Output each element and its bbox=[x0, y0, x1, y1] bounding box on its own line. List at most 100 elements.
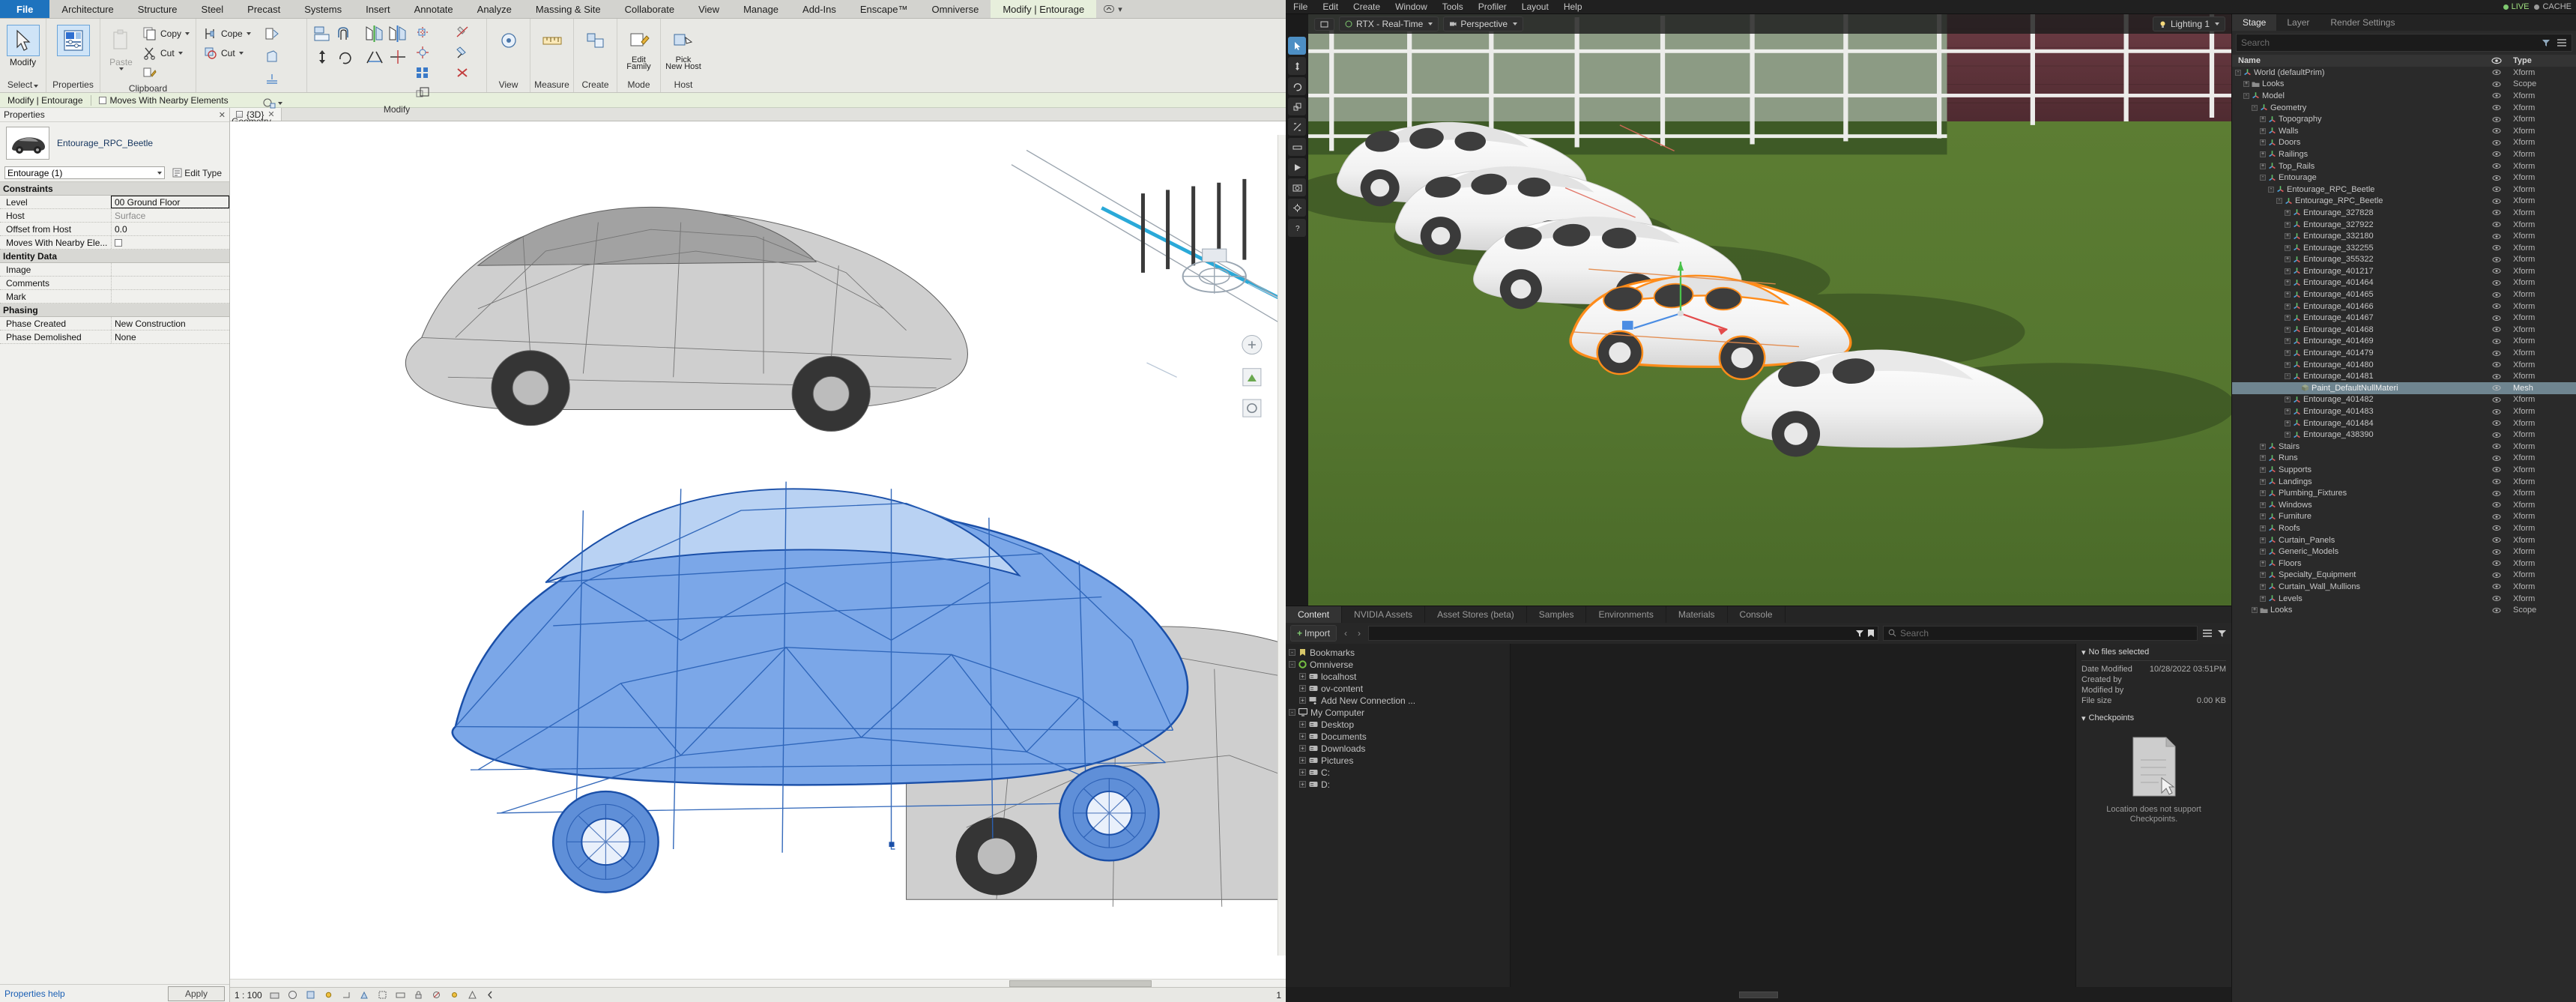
property-value[interactable] bbox=[111, 290, 229, 303]
stage-tree-row[interactable]: + Doors Xform bbox=[2232, 137, 2576, 149]
chevron-down-icon[interactable] bbox=[157, 171, 163, 175]
stage-tree-row[interactable]: Paint_DefaultNullMateri Mesh bbox=[2232, 382, 2576, 394]
import-button[interactable]: + Import bbox=[1290, 624, 1337, 642]
stage-tree-row[interactable]: + Entourage_401468 Xform bbox=[2232, 324, 2576, 336]
ribbon-tab-massing-site[interactable]: Massing & Site bbox=[524, 0, 613, 18]
visibility-eye-icon[interactable] bbox=[2485, 69, 2509, 76]
visibility-eye-icon[interactable] bbox=[2485, 303, 2509, 310]
status-badge-live[interactable]: LIVE bbox=[2503, 2, 2529, 11]
expand-icon[interactable]: + bbox=[2260, 478, 2266, 485]
content-tree-item[interactable]: + Downloads bbox=[1286, 743, 1510, 755]
content-tree-item[interactable]: + Add New Connection ... bbox=[1286, 695, 1510, 707]
stage-tree-row[interactable]: - Entourage Xform bbox=[2232, 172, 2576, 184]
ribbon-tab-analyze[interactable]: Analyze bbox=[465, 0, 524, 18]
ribbon-tab-insert[interactable]: Insert bbox=[354, 0, 402, 18]
expand-icon[interactable]: + bbox=[2260, 583, 2266, 590]
visibility-eye-icon[interactable] bbox=[2485, 209, 2509, 216]
scroll-thumb[interactable] bbox=[1009, 980, 1152, 987]
content-file-grid[interactable] bbox=[1511, 643, 2075, 987]
stage-tree-row[interactable]: + Entourage_355322 Xform bbox=[2232, 254, 2576, 266]
visibility-eye-icon[interactable] bbox=[2485, 490, 2509, 497]
stage-tree-row[interactable]: + Entourage_401469 Xform bbox=[2232, 336, 2576, 348]
back-button[interactable]: ‹ bbox=[1341, 628, 1350, 639]
collapse-icon[interactable]: - bbox=[2260, 175, 2266, 181]
visibility-eye-icon[interactable] bbox=[2485, 221, 2509, 228]
cut-button[interactable]: Cut bbox=[139, 43, 192, 62]
mirror-pick-axis-icon[interactable] bbox=[363, 22, 386, 45]
stage-tree-row[interactable]: + Entourage_438390 Xform bbox=[2232, 429, 2576, 441]
property-value[interactable] bbox=[111, 277, 229, 289]
stage-tree-row[interactable]: - Model Xform bbox=[2232, 90, 2576, 102]
expand-icon[interactable]: + bbox=[2260, 537, 2266, 543]
visibility-eye-icon[interactable] bbox=[2485, 244, 2509, 251]
hide-crop-icon[interactable] bbox=[396, 990, 406, 1001]
visibility-eye-icon[interactable] bbox=[2485, 560, 2509, 567]
rotate-tool[interactable] bbox=[1288, 77, 1306, 95]
expand-icon[interactable]: + bbox=[2285, 326, 2291, 333]
visibility-eye-icon[interactable] bbox=[2485, 338, 2509, 345]
collapse-icon[interactable]: - bbox=[1289, 661, 1295, 668]
expand-icon[interactable]: + bbox=[2285, 209, 2291, 216]
content-tab-console[interactable]: Console bbox=[1728, 606, 1786, 623]
content-tree-item[interactable]: + C: bbox=[1286, 767, 1510, 779]
visibility-eye-icon[interactable] bbox=[2485, 104, 2509, 111]
content-tree-item[interactable]: + D: bbox=[1286, 779, 1510, 791]
visibility-eye-icon[interactable] bbox=[2485, 607, 2509, 614]
chevron-down-icon[interactable] bbox=[246, 31, 251, 35]
property-row[interactable]: Phase Created New Construction bbox=[0, 317, 229, 331]
edit-family-button[interactable]: Edit Family bbox=[621, 22, 656, 71]
offset-icon[interactable] bbox=[334, 22, 357, 45]
visibility-eye-icon[interactable] bbox=[2485, 280, 2509, 286]
stage-tree-row[interactable]: - Entourage_RPC_Beetle Xform bbox=[2232, 196, 2576, 208]
paste-button[interactable]: Paste bbox=[104, 22, 138, 70]
stage-tree-row[interactable]: + Curtain_Wall_Mullions Xform bbox=[2232, 581, 2576, 593]
chevron-down-icon[interactable] bbox=[178, 51, 183, 55]
stage-tree-row[interactable]: + Entourage_332255 Xform bbox=[2232, 242, 2576, 254]
stage-tree-row[interactable]: + Entourage_401465 Xform bbox=[2232, 289, 2576, 301]
expand-icon[interactable]: + bbox=[2260, 525, 2266, 531]
visibility-eye-icon[interactable] bbox=[2485, 537, 2509, 543]
visibility-eye-icon[interactable] bbox=[2485, 478, 2509, 485]
split-icon[interactable] bbox=[387, 46, 409, 68]
content-tab-samples[interactable]: Samples bbox=[1527, 606, 1587, 623]
stage-tree-row[interactable]: + Looks Scope bbox=[2232, 604, 2576, 616]
ribbon-tab-omniverse[interactable]: Omniverse bbox=[919, 0, 991, 18]
visibility-eye-icon[interactable] bbox=[2485, 373, 2509, 380]
visibility-eye-icon[interactable] bbox=[2485, 583, 2509, 590]
reveal-hidden-icon[interactable] bbox=[450, 990, 460, 1001]
menu-layout[interactable]: Layout bbox=[1514, 1, 1556, 12]
menu-tools[interactable]: Tools bbox=[1435, 1, 1471, 12]
split-face-icon[interactable] bbox=[261, 69, 283, 91]
stage-tree-row[interactable]: + Entourage_327922 Xform bbox=[2232, 219, 2576, 231]
content-tab-content[interactable]: Content bbox=[1286, 606, 1343, 623]
stage-tree-row[interactable]: + Topography Xform bbox=[2232, 113, 2576, 125]
visibility-eye-icon[interactable] bbox=[2485, 501, 2509, 508]
expand-icon[interactable]: + bbox=[2260, 490, 2266, 497]
collapse-icon[interactable]: - bbox=[2235, 69, 2241, 76]
property-row[interactable]: Mark bbox=[0, 290, 229, 304]
ribbon-tab-manage[interactable]: Manage bbox=[731, 0, 790, 18]
visibility-eye-icon[interactable] bbox=[2485, 350, 2509, 357]
worksharing-icon[interactable] bbox=[468, 990, 478, 1001]
stage-tree-row[interactable]: + Levels Xform bbox=[2232, 593, 2576, 605]
move-icon[interactable] bbox=[311, 46, 333, 68]
view-button[interactable] bbox=[491, 22, 526, 56]
stage-tree-row[interactable]: + Entourage_401482 Xform bbox=[2232, 394, 2576, 406]
expand-icon[interactable]: + bbox=[2260, 151, 2266, 157]
expand-icon[interactable]: + bbox=[1299, 697, 1306, 704]
shadows-icon[interactable] bbox=[342, 990, 352, 1001]
expand-icon[interactable]: + bbox=[2285, 292, 2291, 298]
visibility-eye-icon[interactable] bbox=[2485, 455, 2509, 462]
visibility-eye-icon[interactable] bbox=[2485, 175, 2509, 181]
ribbon-tab-architecture[interactable]: Architecture bbox=[49, 0, 125, 18]
expand-icon[interactable]: + bbox=[1299, 685, 1306, 692]
expand-icon[interactable]: + bbox=[2252, 607, 2258, 614]
collapse-icon[interactable]: - bbox=[2268, 186, 2274, 193]
menu-edit[interactable]: Edit bbox=[1315, 1, 1346, 12]
property-row[interactable]: Comments bbox=[0, 277, 229, 290]
collapse-icon[interactable]: - bbox=[2276, 198, 2282, 205]
stage-tree-row[interactable]: - Geometry Xform bbox=[2232, 102, 2576, 114]
previous-pan-icon[interactable] bbox=[486, 990, 496, 1001]
content-location-tree[interactable]: - Bookmarks - Omniverse + localhost + ov-conten… bbox=[1286, 643, 1511, 987]
stage-tree-row[interactable]: + Specialty_Equipment Xform bbox=[2232, 570, 2576, 582]
